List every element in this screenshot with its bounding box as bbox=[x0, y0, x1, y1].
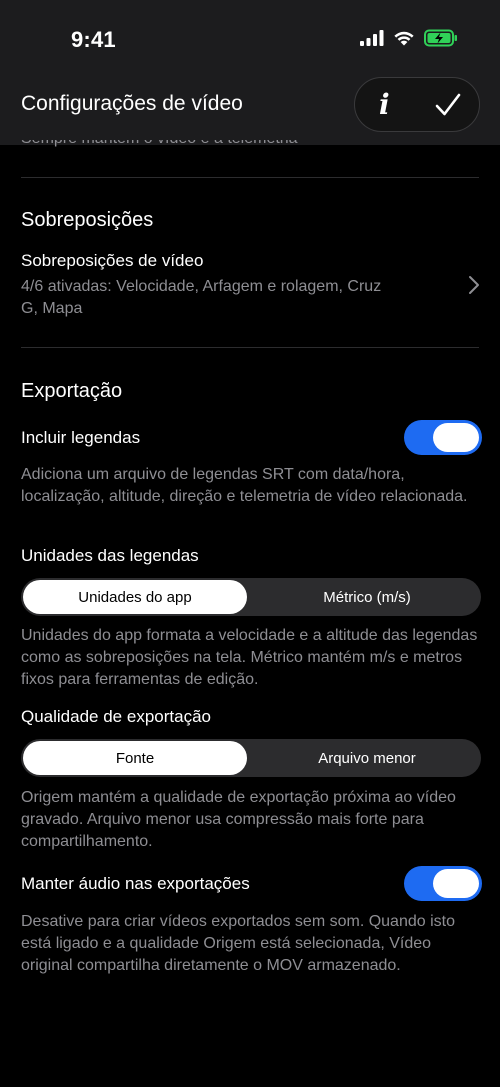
include-subtitles-label: Incluir legendas bbox=[21, 428, 141, 447]
nav-actions-pill: i bbox=[354, 77, 480, 132]
divider bbox=[21, 347, 479, 348]
overlays-row[interactable]: Sobreposições de vídeo 4/6 ativadas: Vel… bbox=[0, 245, 500, 325]
subtitle-units-label: Unidades das legendas bbox=[21, 546, 199, 565]
subtitle-units-description: Unidades do app formata a velocidade e a… bbox=[21, 627, 478, 688]
status-icons bbox=[360, 29, 458, 47]
checkmark-icon bbox=[435, 93, 461, 115]
checkmark-button[interactable] bbox=[435, 93, 461, 117]
keep-audio-label: Manter áudio nas exportações bbox=[21, 874, 250, 893]
wifi-icon bbox=[394, 31, 414, 46]
keep-audio-toggle[interactable] bbox=[404, 866, 482, 901]
segment-source[interactable]: Fonte bbox=[23, 741, 247, 775]
navigation-bar: Configurações de vídeo i bbox=[0, 75, 500, 145]
status-time: 9:41 bbox=[71, 27, 116, 52]
keep-audio-description: Desative para criar vídeos exportados se… bbox=[21, 913, 455, 974]
segment-metric[interactable]: Métrico (m/s) bbox=[255, 580, 479, 614]
overlays-row-detail: 4/6 ativadas: Velocidade, Arfagem e rola… bbox=[21, 278, 382, 317]
divider bbox=[21, 177, 479, 178]
segment-app-units[interactable]: Unidades do app bbox=[23, 580, 247, 614]
overlays-row-title: Sobreposições de vídeo bbox=[21, 251, 204, 270]
export-quality-description: Origem mantém a qualidade de exportação … bbox=[21, 789, 456, 850]
section-title-export: Exportação bbox=[21, 380, 123, 402]
toggle-knob bbox=[433, 869, 479, 898]
include-subtitles-description: Adiciona um arquivo de legendas SRT com … bbox=[21, 466, 468, 505]
battery-charging-icon bbox=[424, 29, 457, 47]
section-title-overlays: Sobreposições bbox=[21, 209, 154, 231]
segment-smaller-file[interactable]: Arquivo menor bbox=[255, 741, 479, 775]
status-bar: 9:41 bbox=[0, 0, 500, 75]
include-subtitles-toggle[interactable] bbox=[404, 420, 482, 455]
subtitle-units-segmented-control: Unidades do app Métrico (m/s) bbox=[21, 578, 481, 616]
signal-icon bbox=[360, 30, 384, 46]
chevron-right-icon bbox=[469, 276, 479, 294]
page-title: Configurações de vídeo bbox=[21, 92, 243, 115]
export-quality-segmented-control: Fonte Arquivo menor bbox=[21, 739, 481, 777]
toggle-knob bbox=[433, 423, 479, 452]
info-button[interactable]: i bbox=[379, 90, 390, 119]
export-quality-label: Qualidade de exportação bbox=[21, 707, 211, 726]
scrolled-text-fragment: Sempre mantém o vídeo e a telemetria sin… bbox=[21, 140, 381, 148]
